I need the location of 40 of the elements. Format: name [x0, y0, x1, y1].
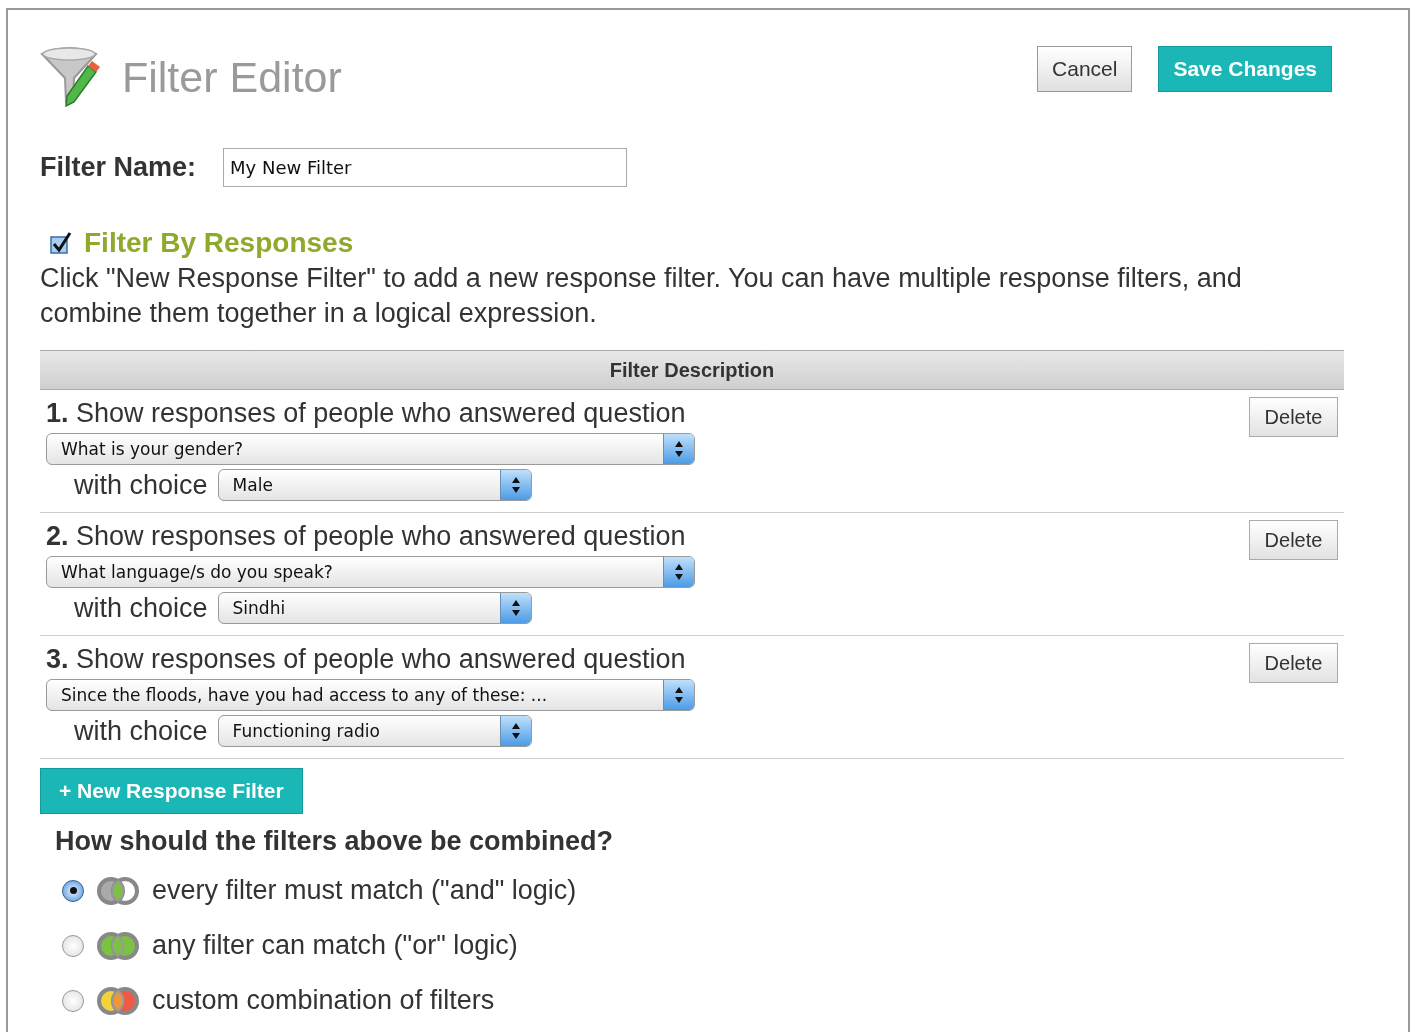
venn-icon	[96, 875, 140, 906]
radio-button[interactable]	[62, 989, 84, 1012]
funnel-pencil-icon	[40, 46, 100, 108]
choice-label: with choice	[74, 469, 208, 501]
question-dropdown[interactable]: What is your gender?	[46, 433, 695, 465]
stepper-icon	[663, 557, 694, 587]
stepper-icon	[499, 470, 531, 500]
filter-name-field[interactable]: My New Filter	[223, 148, 628, 187]
question-dropdown[interactable]: Since the floods, have you had access to any of these: ...	[46, 679, 695, 711]
delete-button[interactable]: Delete	[1249, 643, 1338, 683]
filter-sentence: 3. Show responses of people who answered question	[46, 644, 686, 674]
cancel-button[interactable]: Cancel	[1037, 46, 1133, 92]
filter-sentence: 1. Show responses of people who answered question	[46, 398, 686, 428]
option-label: every filter must match ("and" logic)	[152, 875, 577, 906]
delete-button[interactable]: Delete	[1249, 397, 1338, 437]
venn-icon	[96, 930, 140, 961]
choice-dropdown[interactable]: Male	[217, 469, 532, 501]
choice-dropdown[interactable]: Functioning radio	[217, 715, 532, 747]
combine-question: How should the filters above be combined?	[55, 826, 615, 857]
description-text: Click "New Response Filter" to add a new response filter. You can have multiple response filters, and combine them together in a logical expression.	[40, 262, 1243, 330]
question-dropdown[interactable]: What language/s do you speak?	[46, 556, 695, 588]
table-header: Filter Description	[40, 351, 1344, 390]
filter-name-label: Filter Name:	[40, 152, 197, 183]
option-label: custom combination of filters	[152, 985, 495, 1016]
radio-button[interactable]	[62, 879, 84, 902]
page-title: Filter Editor	[122, 52, 342, 102]
choice-label: with choice	[74, 715, 208, 747]
stepper-icon	[663, 680, 694, 710]
section-heading: Filter By Responses	[84, 227, 354, 259]
stepper-icon	[663, 434, 694, 464]
radio-button[interactable]	[62, 934, 84, 957]
checkbox[interactable]	[50, 232, 72, 254]
choice-label: with choice	[74, 592, 208, 624]
stepper-icon	[499, 716, 531, 746]
option-label: any filter can match ("or" logic)	[152, 930, 518, 961]
delete-button[interactable]: Delete	[1249, 520, 1338, 560]
choice-dropdown[interactable]: Sindhi	[217, 592, 532, 624]
stepper-icon	[499, 593, 531, 623]
venn-icon	[96, 985, 140, 1016]
filter-sentence: 2. Show responses of people who answered question	[46, 521, 686, 551]
